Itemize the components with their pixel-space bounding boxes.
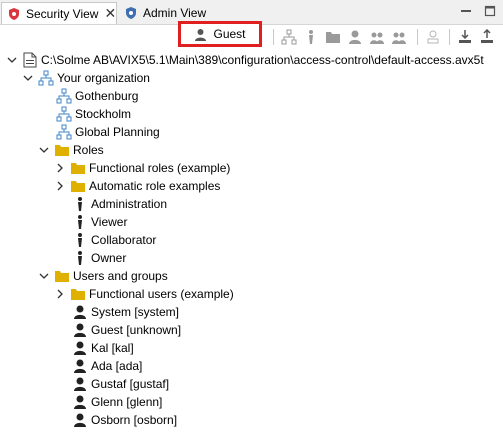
tree-item-organization[interactable]: Your organization xyxy=(22,69,150,87)
tree-item-label: Glenn [glenn] xyxy=(91,395,163,409)
folder-icon xyxy=(54,142,70,158)
tree-root-path: C:\Solme AB\AVIX5\5.1\Main\389\configura… xyxy=(41,53,484,67)
folder-icon xyxy=(54,268,70,284)
user-icon xyxy=(72,340,88,356)
tree-item-user[interactable]: Ada [ada] xyxy=(56,357,142,375)
toolbar-separator xyxy=(273,29,274,45)
user-icon xyxy=(72,304,88,320)
tree-item-label: Collaborator xyxy=(91,233,157,247)
toolbar: Guest xyxy=(0,21,503,49)
current-user-button[interactable]: Guest xyxy=(178,21,262,47)
tree-item-label: Owner xyxy=(91,251,127,265)
import-icon[interactable] xyxy=(457,29,473,45)
tree-item-label: Stockholm xyxy=(75,107,132,121)
tree-item-role[interactable]: Collaborator xyxy=(56,231,156,249)
tree-item-role[interactable]: Administration xyxy=(56,195,167,213)
chevron-down-icon[interactable] xyxy=(6,54,18,66)
admin-shield-icon xyxy=(124,6,138,20)
view-window-controls xyxy=(459,4,497,18)
chevron-right-icon[interactable] xyxy=(54,180,66,192)
tree-item-label: Viewer xyxy=(91,215,128,229)
tree-item-user[interactable]: Guest [unknown] xyxy=(56,321,181,339)
group-members-icon[interactable] xyxy=(391,29,407,45)
user-icon xyxy=(72,358,88,374)
folder-icon xyxy=(70,178,86,194)
tree-item-label: Automatic role examples xyxy=(89,179,221,193)
add-folder-icon[interactable] xyxy=(325,29,341,45)
user-icon xyxy=(194,28,207,41)
role-icon xyxy=(72,232,88,248)
tree-root[interactable]: C:\Solme AB\AVIX5\5.1\Main\389\configura… xyxy=(6,51,484,69)
tree-item-label: Gothenburg xyxy=(75,89,139,103)
tree-item-user[interactable]: Osborn [osborn] xyxy=(56,411,177,429)
tree-item-users-and-groups[interactable]: Users and groups xyxy=(38,267,168,285)
user-icon xyxy=(72,322,88,338)
tree-item-org-unit[interactable]: Global Planning xyxy=(40,123,160,141)
tree-item-user[interactable]: Glenn [glenn] xyxy=(56,393,162,411)
organization-icon xyxy=(56,106,72,122)
tree-item-label: Administration xyxy=(91,197,168,211)
user-icon xyxy=(72,394,88,410)
chevron-down-icon[interactable] xyxy=(38,270,50,282)
tree-item-org-unit[interactable]: Gothenburg xyxy=(40,87,138,105)
tree-item-label: Osborn [osborn] xyxy=(91,413,178,427)
minimize-icon[interactable] xyxy=(459,4,473,18)
export-icon[interactable] xyxy=(479,29,495,45)
tree-item-label: System [system] xyxy=(91,305,180,319)
chevron-right-icon[interactable] xyxy=(54,288,66,300)
role-icon xyxy=(72,196,88,212)
add-organization-icon[interactable] xyxy=(281,29,297,45)
add-group-icon[interactable] xyxy=(369,29,385,45)
security-shield-icon xyxy=(7,7,21,21)
tree-item-roles[interactable]: Roles xyxy=(38,141,104,159)
tree-item-label: Guest [unknown] xyxy=(91,323,182,337)
tree-item-label: Functional roles (example) xyxy=(89,161,231,175)
chevron-down-icon[interactable] xyxy=(22,72,34,84)
tab-label: Security View xyxy=(26,6,99,21)
user-icon xyxy=(72,376,88,392)
maximize-icon[interactable] xyxy=(483,4,497,18)
user-icon xyxy=(72,412,88,428)
chevron-right-icon[interactable] xyxy=(54,162,66,174)
user-stamp-icon[interactable] xyxy=(425,29,441,45)
folder-icon xyxy=(70,286,86,302)
tree-item-label: Ada [ada] xyxy=(91,359,143,373)
chevron-down-icon[interactable] xyxy=(38,144,50,156)
toolbar-separator xyxy=(417,29,418,45)
tree-item-label: Global Planning xyxy=(75,125,160,139)
tab-label: Admin View xyxy=(143,6,207,20)
tree-item-user[interactable]: Gustaf [gustaf] xyxy=(56,375,169,393)
tree-item-role[interactable]: Owner xyxy=(56,249,126,267)
current-user-label: Guest xyxy=(213,27,246,41)
tree-item-label: Kal [kal] xyxy=(91,341,134,355)
add-user-icon[interactable] xyxy=(347,29,363,45)
tree-item-label: Functional users (example) xyxy=(89,287,234,301)
tree-item-user[interactable]: Kal [kal] xyxy=(56,339,134,357)
tree-item-label: Gustaf [gustaf] xyxy=(91,377,170,391)
tree-item-user-folder[interactable]: Functional users (example) xyxy=(54,285,234,303)
organization-icon xyxy=(38,70,54,86)
organization-icon xyxy=(56,88,72,104)
organization-icon xyxy=(56,124,72,140)
add-role-icon[interactable] xyxy=(303,29,319,45)
tree-item-role[interactable]: Viewer xyxy=(56,213,127,231)
tab-security-view[interactable]: Security View ✕ xyxy=(1,2,117,24)
tree-item-org-unit[interactable]: Stockholm xyxy=(40,105,131,123)
toolbar-separator xyxy=(449,29,450,45)
close-icon[interactable]: ✕ xyxy=(104,5,116,22)
role-icon xyxy=(72,250,88,266)
file-icon xyxy=(22,52,38,68)
tree-item-role-folder[interactable]: Automatic role examples xyxy=(54,177,220,195)
tree-item-label: Your organization xyxy=(57,71,150,85)
tree-item-label: Users and groups xyxy=(73,269,168,283)
tree-item-role-folder[interactable]: Functional roles (example) xyxy=(54,159,230,177)
tree-item-label: Roles xyxy=(73,143,104,157)
role-icon xyxy=(72,214,88,230)
tree-item-user[interactable]: System [system] xyxy=(56,303,179,321)
folder-icon xyxy=(70,160,86,176)
